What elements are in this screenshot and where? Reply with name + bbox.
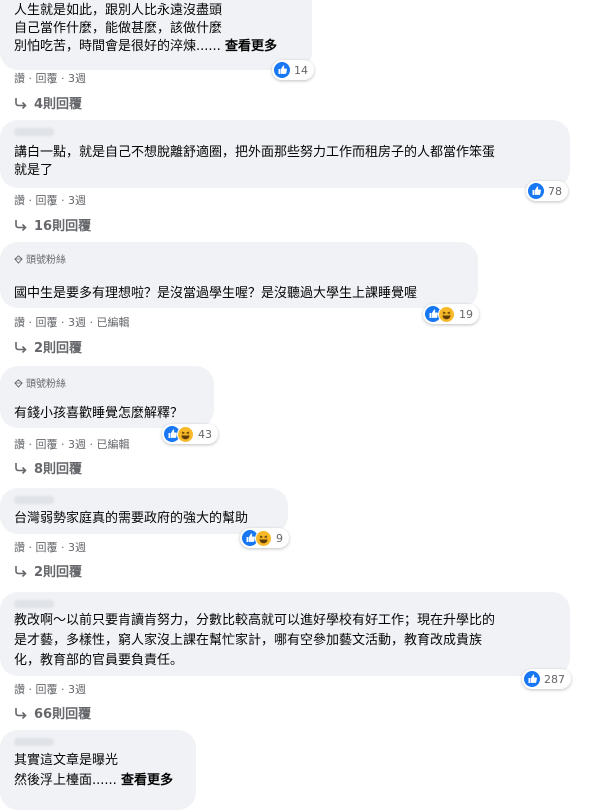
reaction-summary[interactable]: 19 — [423, 304, 479, 324]
reaction-count: 287 — [544, 672, 565, 686]
author-name[interactable] — [14, 496, 54, 504]
author-name[interactable] — [14, 600, 54, 608]
comment-text-line: 教改啊～以前只要肯讀肯努力，分數比較高就可以進好學校有好工作；現在升學比的 — [14, 613, 496, 628]
like-reaction-icon — [524, 671, 540, 687]
comment-actions[interactable]: 讚 · 回覆 · 3週 — [14, 681, 86, 697]
haha-reaction-icon — [255, 529, 272, 547]
diamond-icon — [14, 379, 23, 388]
comment-text-line: 自己當作什麼，能做甚麼，該做什麼 — [14, 21, 223, 36]
comment-actions[interactable]: 讚 · 回覆 · 3週 · 已編輯 — [14, 314, 129, 330]
reaction-count: 78 — [548, 184, 562, 198]
comment-text-line: 就是了 — [14, 163, 54, 178]
reaction-summary[interactable]: 287 — [522, 669, 571, 689]
comment-actions[interactable]: 讚 · 回覆 · 3週 — [14, 539, 86, 555]
reaction-summary[interactable]: 43 — [162, 424, 218, 444]
haha-reaction-icon — [438, 305, 455, 323]
comment-bubble: 頭號粉絲 有錢小孩喜歡睡覺怎麼解釋？ — [0, 366, 214, 428]
comment-bubble: 台灣弱勢家庭真的需要政府的強大的幫助 — [0, 488, 288, 534]
haha-reaction-icon — [177, 425, 194, 443]
diamond-icon — [14, 255, 23, 264]
top-fan-badge: 頭號粉絲 — [14, 375, 66, 390]
replies-count-label: 8則回覆 — [34, 462, 83, 477]
reply-arrow-icon — [15, 342, 27, 353]
comment-text-line: 化，教育部的官員要負責任。 — [14, 653, 184, 668]
replies-count-label: 2則回覆 — [34, 565, 83, 580]
comment-text-line: 國中生是要多有理想啦？是沒當過學生喔？是沒聽過大學生上課睡覺喔 — [14, 286, 418, 301]
reply-arrow-icon — [15, 566, 27, 577]
view-replies-link[interactable]: 2則回覆 — [14, 337, 82, 356]
see-more-link[interactable]: 查看更多 — [121, 773, 173, 788]
see-more-link[interactable]: 查看更多 — [225, 39, 277, 54]
like-reaction-icon — [274, 62, 290, 78]
view-replies-link[interactable]: 66則回覆 — [14, 703, 91, 722]
replies-count-label: 66則回覆 — [34, 707, 92, 722]
reaction-summary[interactable]: 9 — [240, 528, 289, 548]
badge-label: 頭號粉絲 — [26, 379, 66, 390]
top-fan-badge: 頭號粉絲 — [14, 251, 66, 266]
replies-count-label: 16則回覆 — [34, 219, 92, 234]
comment-text-line: 是才藝，多樣性，窮人家沒上課在幫忙家計，哪有空參加藝文活動，教育改成貴族 — [14, 633, 483, 648]
comment-bubble: 講白一點，就是自己不想脫離舒適圈，把外面那些努力工作而租房子的人都當作笨蛋 就是… — [0, 120, 570, 188]
view-replies-link[interactable]: 2則回覆 — [14, 561, 82, 580]
comment-text-line: 然後浮上檯面...... 查看更多 — [14, 772, 173, 790]
reply-arrow-icon — [15, 98, 27, 109]
comment-bubble: 頭號粉絲 國中生是要多有理想啦？是沒當過學生喔？是沒聽過大學生上課睡覺喔 — [0, 242, 478, 308]
comment-text-line: 有錢小孩喜歡睡覺怎麼解釋？ — [14, 406, 184, 421]
comment-bubble: 人生就是如此，跟別人比永遠沒盡頭 自己當作什麼，能做甚麼，該做什麼 別怕吃苦，時… — [0, 0, 312, 70]
comment-text-line: 別怕吃苦，時間會是很好的淬煉...... 查看更多 — [14, 38, 277, 56]
reaction-summary[interactable]: 78 — [526, 181, 568, 201]
reaction-count: 19 — [459, 307, 473, 321]
comment-bubble: 教改啊～以前只要肯讀肯努力，分數比較高就可以進好學校有好工作；現在升學比的 是才… — [0, 592, 570, 676]
comment-bubble: 其實這文章是曝光 然後浮上檯面...... 查看更多 — [0, 730, 196, 810]
replies-count-label: 4則回覆 — [34, 97, 83, 112]
like-reaction-icon — [528, 183, 544, 199]
reaction-count: 9 — [276, 531, 283, 545]
comment-actions[interactable]: 讚 · 回覆 · 3週 · 已編輯 — [14, 436, 129, 452]
comment-text-line: 講白一點，就是自己不想脫離舒適圈，把外面那些努力工作而租房子的人都當作笨蛋 — [14, 145, 496, 160]
view-replies-link[interactable]: 4則回覆 — [14, 93, 82, 112]
reply-arrow-icon — [15, 708, 27, 719]
comment-actions[interactable]: 讚 · 回覆 · 3週 — [14, 70, 86, 86]
comment-text: 然後浮上檯面...... — [14, 773, 117, 788]
comment-text-line: 台灣弱勢家庭真的需要政府的強大的幫助 — [14, 511, 249, 526]
reaction-summary[interactable]: 14 — [272, 60, 314, 80]
author-name[interactable] — [14, 128, 54, 136]
view-replies-link[interactable]: 16則回覆 — [14, 215, 91, 234]
author-name[interactable] — [14, 738, 54, 746]
reply-arrow-icon — [15, 220, 27, 231]
reply-arrow-icon — [15, 463, 27, 474]
comment-text: 別怕吃苦，時間會是很好的淬煉...... — [14, 39, 221, 54]
reaction-count: 43 — [198, 427, 212, 441]
comment-text-line: 人生就是如此，跟別人比永遠沒盡頭 — [14, 3, 223, 18]
reaction-count: 14 — [294, 63, 308, 77]
comment-actions[interactable]: 讚 · 回覆 · 3週 — [14, 192, 86, 208]
view-replies-link[interactable]: 8則回覆 — [14, 458, 82, 477]
replies-count-label: 2則回覆 — [34, 341, 83, 356]
badge-label: 頭號粉絲 — [26, 255, 66, 266]
comment-text-line: 其實這文章是曝光 — [14, 753, 119, 768]
